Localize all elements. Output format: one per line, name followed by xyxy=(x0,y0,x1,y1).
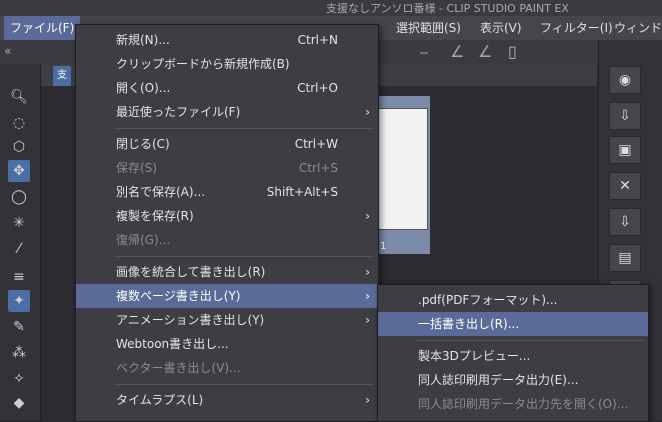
menu-item-save[interactable]: 保存(S) Ctrl+S xyxy=(76,156,378,180)
page-preview xyxy=(376,108,428,230)
download-icon[interactable]: ⇩ xyxy=(609,208,641,236)
export-multiple-submenu: .pdf(PDFフォーマット)... 一括書き出し(R)... 製本3Dプレビュ… xyxy=(377,284,649,422)
export-icon[interactable]: ▤ xyxy=(609,244,641,272)
menu-item-save-copy[interactable]: 複製を保存(R) › xyxy=(76,204,378,228)
menu-separator xyxy=(114,256,374,257)
menu-item-label: ベクター書き出し(V)... xyxy=(116,361,241,375)
menu-item-label: 新規(N)... xyxy=(116,33,170,47)
page-thumbnail[interactable]: 1 xyxy=(372,96,430,254)
menu-item-label: .pdf(PDFフォーマット)... xyxy=(418,293,558,307)
shortcut: Ctrl+S xyxy=(298,161,338,175)
lasso-icon[interactable]: ◌ xyxy=(8,112,30,134)
menu-item-label: 複数ページ書き出し(Y) xyxy=(116,289,241,303)
menu-item-label: クリップボードから新規作成(B) xyxy=(116,57,290,71)
menu-item-label: アニメーション書き出し(Y) xyxy=(116,313,265,327)
menu-item-label: タイムラプス(L) xyxy=(116,393,204,407)
menu-item-new-from-clipboard[interactable]: クリップボードから新規作成(B) xyxy=(76,52,378,76)
menu-item-save-as[interactable]: 別名で保存(A)... Shift+Alt+S xyxy=(76,180,378,204)
menu-item-export-vector[interactable]: ベクター書き出し(V)... xyxy=(76,356,378,380)
zoom-icon[interactable]: 🔍︎ xyxy=(8,86,30,108)
collapse-left-icon[interactable]: « xyxy=(4,44,11,58)
menu-item-label: 画像を統合して書き出し(R) xyxy=(116,265,266,279)
menu-item-label: 復帰(G)... xyxy=(116,233,171,247)
submenu-item-batch-export[interactable]: 一括書き出し(R)... xyxy=(378,312,648,336)
page-number: 1 xyxy=(380,241,387,252)
eyedropper-icon[interactable]: ⁄ xyxy=(8,238,30,260)
decoration-icon[interactable]: ✧ xyxy=(8,368,30,390)
shortcut: Ctrl+W xyxy=(294,137,338,151)
magic-wand-icon[interactable]: ✳ xyxy=(8,212,30,234)
chevron-right-icon: › xyxy=(365,289,370,303)
menu-item-label: 別名で保存(A)... xyxy=(116,185,206,199)
submenu-item-doujin-export[interactable]: 同人誌印刷用データ出力(E)... xyxy=(378,368,648,392)
chevron-right-icon: › xyxy=(365,313,370,327)
device-icon[interactable]: ▯ xyxy=(508,42,517,61)
chevron-right-icon: › xyxy=(365,209,370,223)
eraser-icon[interactable]: ◆ xyxy=(8,392,30,414)
close-icon[interactable]: ✕ xyxy=(609,172,641,200)
menu-item-label: Webtoon書き出し... xyxy=(116,337,229,351)
menu-item-label: 製本3Dプレビュー... xyxy=(418,349,531,363)
menu-item-close[interactable]: 閉じる(C) Ctrl+W xyxy=(76,132,378,156)
menu-item-label: 複製を保存(R) xyxy=(116,209,194,223)
chevron-right-icon: › xyxy=(365,265,370,279)
menu-separator xyxy=(114,384,374,385)
menu-filter[interactable]: フィルター(I) xyxy=(534,16,619,40)
menu-item-label: 一括書き出し(R)... xyxy=(418,317,520,331)
import-icon[interactable]: ⇩ xyxy=(609,102,641,130)
move-icon[interactable]: ✥ xyxy=(8,160,30,182)
menu-item-label: 保存(S) xyxy=(116,161,157,175)
submenu-item-3d-preview[interactable]: 製本3Dプレビュー... xyxy=(378,344,648,368)
shortcut: Shift+Alt+S xyxy=(266,185,338,199)
pen-stroke-icon[interactable]: ⎯ xyxy=(420,42,428,62)
menu-separator xyxy=(416,340,644,341)
brush-icon[interactable]: ⁂ xyxy=(8,342,30,364)
submenu-item-open-doujin-folder[interactable]: 同人誌印刷用データ出力先を開く(O)... xyxy=(378,392,648,416)
operation-icon[interactable]: ⬡ xyxy=(8,136,30,158)
sparkle-icon[interactable]: ✦ xyxy=(8,290,30,312)
menu-item-timelapse[interactable]: タイムラプス(L) › xyxy=(76,388,378,412)
shortcut: Ctrl+O xyxy=(297,81,338,95)
pen-icon[interactable]: ✎ xyxy=(8,316,30,338)
file-menu: 新規(N)... Ctrl+N クリップボードから新規作成(B) 開く(O)..… xyxy=(75,24,379,422)
menu-item-label: 閉じる(C) xyxy=(116,137,170,151)
window-title: 支援なしアンソロ番様 - CLIP STUDIO PAINT EX xyxy=(326,2,569,15)
chevron-right-icon: › xyxy=(365,105,370,119)
menu-lines-icon[interactable]: ≡ xyxy=(8,266,30,288)
shortcut: Ctrl+N xyxy=(297,33,338,47)
tool-palette: 🔍︎ ◌ ⬡ ✥ ◯ ✳ ⁄ ≡ ✦ ✎ ⁂ ✧ ◆ xyxy=(0,64,41,420)
title-bar: 支援なしアンソロ番様 - CLIP STUDIO PAINT EX xyxy=(0,0,662,16)
menu-separator xyxy=(114,128,374,129)
menu-item-export-single[interactable]: 画像を統合して書き出し(R) › xyxy=(76,260,378,284)
menu-view[interactable]: 表示(V) xyxy=(474,16,528,40)
stroke-icon[interactable]: ∠ xyxy=(450,42,464,61)
menu-item-open[interactable]: 開く(O)... Ctrl+O xyxy=(76,76,378,100)
document-tab[interactable]: 支 xyxy=(53,66,71,86)
menu-item-export-multiple[interactable]: 複数ページ書き出し(Y) › xyxy=(76,284,378,308)
menu-item-label: 開く(O)... xyxy=(116,81,171,95)
save-icon[interactable]: ▣ xyxy=(609,136,641,164)
menu-file[interactable]: ファイル(F) xyxy=(4,16,81,40)
menu-item-label: 最近使ったファイル(F) xyxy=(116,105,241,119)
menu-item-export-animation[interactable]: アニメーション書き出し(Y) › xyxy=(76,308,378,332)
menu-select[interactable]: 選択範囲(S) xyxy=(390,16,467,40)
chevron-right-icon: › xyxy=(365,393,370,407)
menu-item-export-webtoon[interactable]: Webtoon書き出し... xyxy=(76,332,378,356)
menu-window[interactable]: ウィンドウ( xyxy=(608,16,662,40)
menu-item-revert[interactable]: 復帰(G)... xyxy=(76,228,378,252)
menu-item-new[interactable]: 新規(N)... Ctrl+N xyxy=(76,28,378,52)
lasso-select-icon[interactable]: ◯ xyxy=(8,186,30,208)
navigator-icon[interactable]: ◉ xyxy=(609,66,641,94)
submenu-item-pdf[interactable]: .pdf(PDFフォーマット)... xyxy=(378,288,648,312)
menu-item-label: 同人誌印刷用データ出力先を開く(O)... xyxy=(418,397,629,411)
menu-item-label: 同人誌印刷用データ出力(E)... xyxy=(418,373,579,387)
menu-item-recent-files[interactable]: 最近使ったファイル(F) › xyxy=(76,100,378,124)
stroke2-icon[interactable]: ∠ xyxy=(478,42,492,61)
